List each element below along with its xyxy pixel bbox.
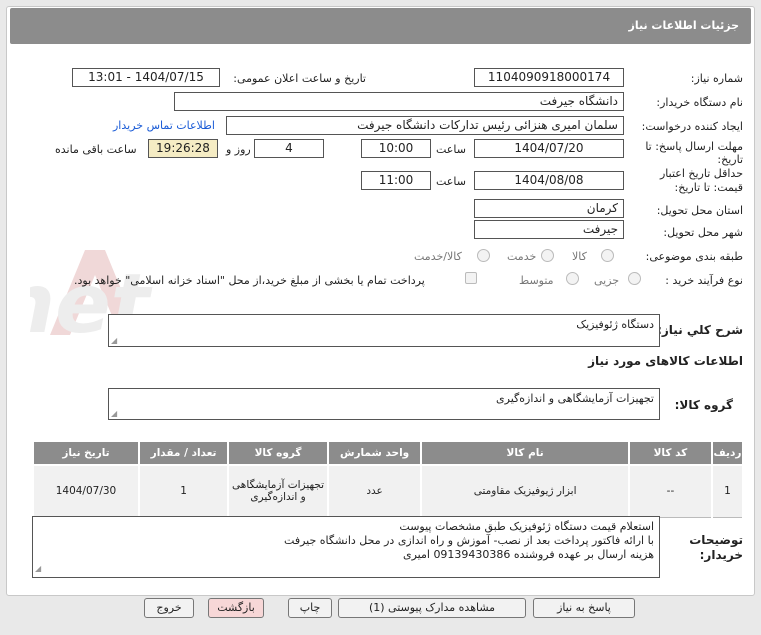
cell-code: --: [627, 464, 713, 518]
category-option-service: خدمت: [507, 250, 537, 263]
resize-grip-icon[interactable]: ◢: [35, 562, 41, 576]
deadline-label-2: تاریخ:: [717, 153, 743, 166]
validity-date-field[interactable]: 1404/08/08: [474, 171, 624, 190]
category-radio-both[interactable]: [477, 249, 490, 262]
process-option-medium: متوسط: [519, 274, 554, 287]
cell-name: ابزار ژیوفیزیک مقاومتی: [420, 464, 630, 518]
table-header-row: ردیف کد کالا نام کالا واحد شمارش گروه کا…: [32, 440, 745, 466]
goods-group-field[interactable]: تجهیزات آزمایشگاهی و اندازه‌گیری ◢: [108, 388, 660, 420]
view-attachments-button[interactable]: مشاهده مدارک پیوستی (1): [338, 598, 526, 618]
category-label: طبقه بندی موضوعی:: [645, 250, 743, 263]
deadline-label-1: مهلت ارسال پاسخ: تا: [645, 140, 743, 153]
category-radio-service[interactable]: [541, 249, 554, 262]
goods-table: ردیف کد کالا نام کالا واحد شمارش گروه کا…: [32, 440, 745, 518]
deadline-time-label: ساعت: [436, 143, 466, 156]
deadline-time-field[interactable]: 10:00: [361, 139, 431, 158]
validity-time-label: ساعت: [436, 175, 466, 188]
city-field[interactable]: جیرفت: [474, 220, 624, 239]
cell-group: تجهیزات آزمایشگاهی و اندازه‌گیری: [227, 464, 329, 518]
page-title: جزئیات اطلاعات نیاز: [628, 19, 740, 32]
notes-label-1: توضیحات: [689, 533, 743, 547]
category-radio-goods[interactable]: [601, 249, 614, 262]
process-radio-minor[interactable]: [628, 272, 641, 285]
back-button[interactable]: بازگشت: [208, 598, 264, 618]
cell-unit: عدد: [326, 464, 423, 518]
cell-date: 1404/07/30: [32, 464, 140, 518]
goods-group-label: گروه کالا:: [674, 398, 733, 412]
cell-qty: 1: [137, 464, 230, 518]
goods-section-title: اطلاعات کالاهای مورد نیاز: [588, 354, 743, 368]
province-field[interactable]: کرمان: [474, 199, 624, 218]
validity-label-1: حداقل تاریخ اعتبار: [659, 167, 743, 180]
summary-text: دستگاه ژئوفیزیک: [576, 318, 654, 331]
goods-group-text: تجهیزات آزمایشگاهی و اندازه‌گیری: [496, 392, 654, 405]
validity-label-2: قیمت: تا تاریخ:: [674, 181, 743, 194]
notes-line: با ارائه فاکتور پرداخت بعد از نصب- آموزش…: [284, 534, 654, 547]
col-header-code: کد کالا: [627, 440, 713, 466]
buyer-label: نام دستگاه خریدار:: [656, 96, 743, 109]
contact-info-link[interactable]: اطلاعات تماس خریدار: [113, 119, 215, 132]
notes-label-2: خریدار:: [699, 548, 743, 562]
validity-time-field[interactable]: 11:00: [361, 171, 431, 190]
table-row[interactable]: 1 -- ابزار ژیوفیزیک مقاومتی عدد تجهیزات …: [32, 464, 745, 518]
need-number-field[interactable]: 1104090918000174: [474, 68, 624, 87]
col-header-date: تاریخ نیاز: [32, 440, 140, 466]
announce-field[interactable]: 1404/07/15 - 13:01: [72, 68, 220, 87]
process-radio-medium[interactable]: [566, 272, 579, 285]
treasury-checkbox[interactable]: [465, 272, 477, 284]
col-header-unit: واحد شمارش: [326, 440, 423, 466]
creator-label: ایجاد کننده درخواست:: [641, 120, 743, 133]
resize-grip-icon[interactable]: ◢: [111, 409, 117, 418]
cell-row-no: 1: [710, 464, 745, 518]
creator-field[interactable]: سلمان امیری هنزائی رئیس تدارکات دانشگاه …: [226, 116, 624, 135]
notes-line: استعلام قیمت دستگاه ژئوفیزیک طبق مشخصات …: [399, 520, 654, 533]
remaining-label: ساعت باقی مانده: [55, 143, 137, 156]
resize-grip-icon[interactable]: ◢: [111, 336, 117, 345]
days-label: روز و: [226, 143, 251, 156]
province-label: استان محل تحویل:: [656, 204, 743, 217]
notes-line: هزینه ارسال بر عهده فروشنده 09139430386 …: [402, 548, 654, 561]
need-number-label: شماره نیاز:: [690, 72, 743, 85]
announce-label: تاریخ و ساعت اعلان عمومی:: [233, 72, 366, 85]
print-button[interactable]: چاپ: [288, 598, 332, 618]
exit-button[interactable]: خروج: [144, 598, 194, 618]
reply-button[interactable]: پاسخ به نیاز: [533, 598, 635, 618]
process-option-minor: جزیی: [594, 274, 620, 287]
deadline-date-field[interactable]: 1404/07/20: [474, 139, 624, 158]
buyer-field[interactable]: دانشگاه جیرفت: [174, 92, 624, 111]
header-bar: جزئیات اطلاعات نیاز: [10, 8, 751, 44]
notes-field[interactable]: استعلام قیمت دستگاه ژئوفیزیک طبق مشخصات …: [32, 516, 660, 578]
days-field[interactable]: 4: [254, 139, 324, 158]
col-header-name: نام کالا: [420, 440, 630, 466]
category-option-both: کالا/خدمت: [414, 250, 462, 263]
process-label: نوع فرآیند خرید :: [665, 274, 743, 287]
remaining-time-field: 19:26:28: [148, 139, 218, 158]
col-header-group: گروه کالا: [227, 440, 329, 466]
summary-field[interactable]: دستگاه ژئوفیزیک ◢: [108, 314, 660, 347]
category-option-goods: کالا: [572, 250, 587, 263]
summary-label: شرح کلي نياز:: [657, 323, 743, 337]
col-header-qty: تعداد / مقدار: [137, 440, 230, 466]
treasury-note: پرداخت تمام یا بخشی از مبلغ خرید،از محل …: [74, 274, 425, 287]
city-label: شهر محل تحویل:: [663, 226, 743, 239]
col-header-row-no: ردیف: [710, 440, 745, 466]
